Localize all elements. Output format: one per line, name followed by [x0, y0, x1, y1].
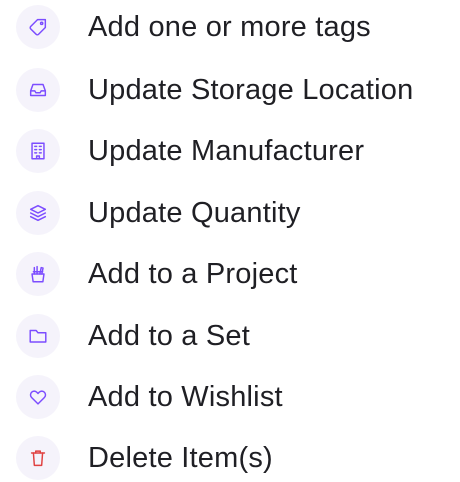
add-to-project-menu-item[interactable]: Add to a Project — [0, 250, 460, 298]
add-to-set-menu-item[interactable]: Add to a Set — [0, 312, 460, 360]
trash-icon — [16, 436, 60, 480]
update-manufacturer-label: Update Manufacturer — [88, 134, 365, 167]
update-quantity-menu-item[interactable]: Update Quantity — [0, 189, 460, 237]
add-to-wishlist-menu-item[interactable]: Add to Wishlist — [0, 373, 460, 421]
add-to-project-label: Add to a Project — [88, 257, 298, 290]
pencil-cup-icon — [16, 252, 60, 296]
add-tags-menu-item[interactable]: Add one or more tags — [0, 3, 460, 51]
stack-icon — [16, 191, 60, 235]
inbox-icon — [16, 68, 60, 112]
update-storage-location-menu-item[interactable]: Update Storage Location — [0, 66, 460, 114]
building-icon — [16, 129, 60, 173]
delete-items-label: Delete Item(s) — [88, 441, 273, 474]
bulk-action-menu: Add one or more tags Update Storage Loca… — [0, 0, 460, 480]
delete-items-menu-item[interactable]: Delete Item(s) — [0, 434, 460, 482]
add-to-set-label: Add to a Set — [88, 319, 251, 352]
update-manufacturer-menu-item[interactable]: Update Manufacturer — [0, 127, 460, 175]
tag-icon — [16, 5, 60, 49]
add-tags-label: Add one or more tags — [88, 10, 371, 43]
update-storage-location-label: Update Storage Location — [88, 73, 414, 106]
folder-icon — [16, 314, 60, 358]
add-to-wishlist-label: Add to Wishlist — [88, 380, 283, 413]
update-quantity-label: Update Quantity — [88, 196, 301, 229]
heart-icon — [16, 375, 60, 419]
